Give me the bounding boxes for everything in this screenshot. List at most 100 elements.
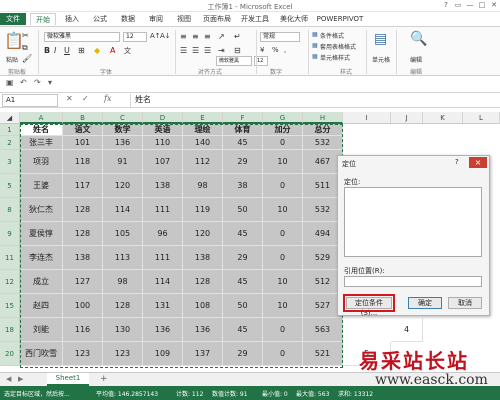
edit-button[interactable]: 编辑 xyxy=(410,55,422,64)
table-cell[interactable]: 111 xyxy=(143,246,183,270)
next-sheet-icon[interactable]: ▶ xyxy=(18,375,23,383)
table-cell[interactable]: 50 xyxy=(223,198,263,222)
table-cell[interactable]: 107 xyxy=(143,150,183,174)
help-icon[interactable]: ? xyxy=(440,1,452,11)
table-cell[interactable]: 114 xyxy=(103,198,143,222)
row-header[interactable]: 12 xyxy=(0,270,20,294)
row-header[interactable]: 11 xyxy=(0,246,20,270)
table-cell[interactable]: 131 xyxy=(143,294,183,318)
table-cell[interactable]: 李连杰 xyxy=(20,246,63,270)
table-cell[interactable]: 128 xyxy=(63,222,103,246)
prev-sheet-icon[interactable]: ◀ xyxy=(6,375,11,383)
table-cell[interactable]: 45 xyxy=(223,136,263,150)
fill-color-icon[interactable]: ◆ xyxy=(94,46,100,55)
table-cell[interactable]: 0 xyxy=(263,222,303,246)
name-box[interactable]: A1 xyxy=(2,94,58,107)
conditional-format-button[interactable]: 条件格式 xyxy=(320,31,344,40)
column-header-b[interactable]: B xyxy=(63,112,103,124)
table-cell[interactable]: 136 xyxy=(143,318,183,342)
table-cell[interactable]: 120 xyxy=(103,174,143,198)
align-top-icon[interactable]: ≡ xyxy=(180,32,187,41)
row-header[interactable]: 8 xyxy=(0,198,20,222)
sheet-tab-sheet1[interactable]: Sheet1 xyxy=(47,373,89,386)
table-cell[interactable]: 45 xyxy=(223,222,263,246)
column-header-k[interactable]: K xyxy=(423,112,463,124)
table-cell[interactable]: 0 xyxy=(263,342,303,366)
table-header-cell[interactable]: 体育 xyxy=(223,124,263,136)
conditional-format-icon[interactable]: ▦ xyxy=(312,31,318,38)
tab-powerpivot[interactable]: POWERPIVOT xyxy=(316,13,364,25)
tab-beautify[interactable]: 美化大师 xyxy=(276,13,312,25)
percent-icon[interactable]: % xyxy=(272,46,279,54)
table-cell[interactable]: 王婆 xyxy=(20,174,63,198)
insert-function-icon[interactable]: fx xyxy=(104,94,111,103)
table-header-cell[interactable]: 加分 xyxy=(263,124,303,136)
table-cell[interactable]: 45 xyxy=(223,270,263,294)
wrap-text-icon[interactable]: ↵ xyxy=(234,32,241,41)
column-header-g[interactable]: G xyxy=(263,112,303,124)
tab-insert[interactable]: 插入 xyxy=(60,13,84,25)
cell-style-icon[interactable]: ▦ xyxy=(312,53,318,60)
close-button[interactable]: ✕ xyxy=(488,1,500,11)
table-cell[interactable]: 项羽 xyxy=(20,150,63,174)
table-header-cell[interactable]: 英语 xyxy=(143,124,183,136)
comma-icon[interactable]: , xyxy=(284,46,286,54)
tab-page-layout[interactable]: 页面布局 xyxy=(200,13,234,25)
tab-view[interactable]: 视图 xyxy=(172,13,196,25)
table-cell[interactable]: 123 xyxy=(103,342,143,366)
row-header[interactable]: 20 xyxy=(0,342,20,366)
table-cell[interactable]: 狄仁杰 xyxy=(20,198,63,222)
cancel-icon[interactable]: ✕ xyxy=(66,94,73,103)
column-header-j[interactable]: J xyxy=(391,112,423,124)
font-name-select[interactable]: 微软雅黑 xyxy=(44,32,120,42)
formula-input[interactable]: 姓名 xyxy=(130,94,496,107)
table-cell[interactable]: 10 xyxy=(263,294,303,318)
table-cell[interactable]: 130 xyxy=(103,318,143,342)
tab-developer[interactable]: 开发工具 xyxy=(238,13,272,25)
orientation-icon[interactable]: ↗ xyxy=(218,32,225,41)
font-color-icon[interactable]: A xyxy=(110,46,115,55)
table-cell[interactable]: 刘能 xyxy=(20,318,63,342)
redo-icon[interactable]: ↷ xyxy=(34,78,41,87)
table-cell[interactable]: 10 xyxy=(263,150,303,174)
table-cell[interactable]: 128 xyxy=(183,270,223,294)
column-header-d[interactable]: D xyxy=(143,112,183,124)
table-cell[interactable]: 123 xyxy=(63,342,103,366)
table-cell[interactable]: 0 xyxy=(263,246,303,270)
table-cell[interactable]: 138 xyxy=(63,246,103,270)
select-all-corner[interactable]: ◢ xyxy=(0,112,20,124)
ribbon-display-icon[interactable]: ▭ xyxy=(452,1,464,11)
table-cell[interactable]: 138 xyxy=(143,174,183,198)
ok-button[interactable]: 确定 xyxy=(408,297,442,309)
table-format-button[interactable]: 套用表格格式 xyxy=(320,42,356,51)
paste-button[interactable]: 粘贴 xyxy=(6,55,18,64)
row-header[interactable]: 18 xyxy=(0,318,20,342)
align-center-icon[interactable]: ☰ xyxy=(192,46,199,55)
table-cell[interactable]: 100 xyxy=(63,294,103,318)
table-header-cell[interactable]: 姓名 xyxy=(20,124,63,136)
align-left-icon[interactable]: ☰ xyxy=(180,46,187,55)
reference-input[interactable] xyxy=(344,276,482,287)
column-header-l[interactable]: L xyxy=(463,112,500,124)
table-cell[interactable]: 西门吹雪 xyxy=(20,342,63,366)
table-cell[interactable]: 0 xyxy=(263,174,303,198)
copy-icon[interactable]: ⧉ xyxy=(22,43,28,53)
cells-icon[interactable]: ▤ xyxy=(374,31,387,47)
table-cell[interactable]: 38 xyxy=(223,174,263,198)
table-cell[interactable]: 29 xyxy=(223,246,263,270)
indent-icon[interactable]: ⇥ xyxy=(218,46,225,55)
table-cell[interactable]: 128 xyxy=(63,198,103,222)
table-cell[interactable]: 521 xyxy=(303,342,343,366)
row-header[interactable]: 5 xyxy=(0,174,20,198)
table-cell[interactable]: 110 xyxy=(143,136,183,150)
table-cell[interactable]: 137 xyxy=(183,342,223,366)
table-cell[interactable]: 98 xyxy=(103,270,143,294)
cut-icon[interactable]: ✂ xyxy=(22,31,29,40)
table-cell[interactable]: 114 xyxy=(143,270,183,294)
column-header-c[interactable]: C xyxy=(103,112,143,124)
table-cell[interactable]: 91 xyxy=(103,150,143,174)
table-cell[interactable]: 119 xyxy=(183,198,223,222)
table-cell[interactable]: 0 xyxy=(263,318,303,342)
undo-icon[interactable]: ↶ xyxy=(20,78,27,87)
goto-listbox[interactable] xyxy=(344,187,482,257)
